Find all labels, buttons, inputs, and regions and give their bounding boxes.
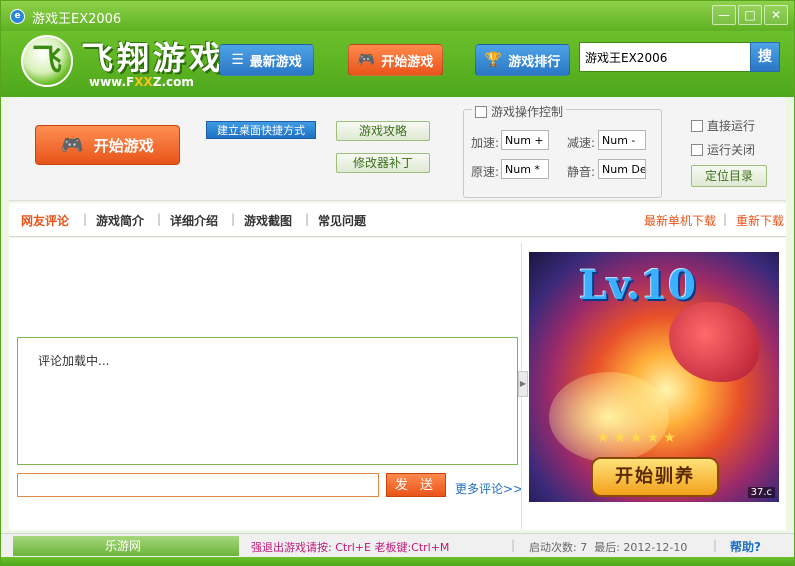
tab-separator: | xyxy=(231,212,236,226)
ad-banner[interactable]: Lv.10 ★★★★★ 开始驯养 37.c xyxy=(529,252,779,502)
redownload-link[interactable]: 重新下载 xyxy=(736,212,784,229)
list-icon: ☰ xyxy=(231,52,244,68)
start-game-button[interactable]: 🎮 开始游戏 xyxy=(35,125,180,165)
ad-glow xyxy=(549,372,669,462)
send-comment-button[interactable]: 发 送 xyxy=(386,473,446,497)
normal-speed-label: 原速: xyxy=(471,165,500,179)
gamepad-icon: 🎮 xyxy=(357,52,376,68)
tab-separator: | xyxy=(305,212,310,226)
desktop-shortcut-button[interactable]: 建立桌面快捷方式 xyxy=(206,121,316,139)
tab-details[interactable]: 详细介绍 xyxy=(170,212,218,229)
speed-up-key-field[interactable] xyxy=(501,130,549,150)
exit-hotkey-hint: 强退出游戏请按: Ctrl+E 老板键:Ctrl+M xyxy=(251,541,450,554)
run-direct-option[interactable]: 直接运行 xyxy=(691,117,755,134)
run-close-option[interactable]: 运行关闭 xyxy=(691,141,755,158)
tab-faq[interactable]: 常见问题 xyxy=(318,212,366,229)
comment-list: 评论加载中... xyxy=(17,337,518,465)
ranking-button[interactable]: 🏆 游戏排行 xyxy=(475,44,570,76)
latest-download-link[interactable]: 最新单机下载 xyxy=(644,212,716,229)
logo-url-suffix: Z.com xyxy=(152,75,194,89)
ad-level-text: Lv.10 xyxy=(579,262,696,309)
start-game-label: 开始游戏 xyxy=(93,136,154,155)
tab-comments[interactable]: 网友评论 xyxy=(21,212,69,229)
speed-up-label: 加速: xyxy=(471,136,500,150)
tab-separator: | xyxy=(157,212,162,226)
game-guide-button[interactable]: 游戏攻略 xyxy=(336,121,430,141)
mute-key-field[interactable] xyxy=(598,159,646,179)
logo-url-prefix: www.F xyxy=(89,75,135,89)
slow-down-label: 减速: xyxy=(567,136,596,150)
run-close-label: 运行关闭 xyxy=(707,143,756,157)
close-button[interactable]: ✕ xyxy=(764,5,788,25)
help-link[interactable]: 帮助? xyxy=(730,538,761,555)
trainer-patch-button[interactable]: 修改器补丁 xyxy=(336,153,430,173)
window-title: 游戏王EX2006 xyxy=(32,12,122,27)
speed-control-group: 游戏操作控制 xyxy=(463,103,662,198)
app-window: e 游戏王EX2006 — □ ✕ 飞 飞翔游戏 www.FXXZ.com ☰ … xyxy=(0,0,795,566)
tab-screenshots[interactable]: 游戏截图 xyxy=(244,212,292,229)
logo-icon: 飞 xyxy=(21,35,73,87)
search-button[interactable]: 搜 xyxy=(750,42,780,72)
tab-separator: | xyxy=(83,212,88,226)
slow-down-key-field[interactable] xyxy=(598,130,646,150)
new-games-label: 最新游戏 xyxy=(249,54,302,70)
launch-count: 启动次数: 7 最后: 2012-12-10 xyxy=(529,539,687,555)
speed-control-legend: 游戏操作控制 xyxy=(472,103,567,120)
header: 飞 飞翔游戏 www.FXXZ.com ☰ 最新游戏 🎮 开始游戏 🏆 游戏排行… xyxy=(1,31,794,97)
more-comments-link[interactable]: 更多评论>> xyxy=(455,480,523,497)
ad-start-button[interactable]: 开始驯养 xyxy=(591,457,719,497)
launch-count-text: 启动次数: 7 xyxy=(529,541,588,554)
minimize-button[interactable]: — xyxy=(712,5,736,25)
run-close-checkbox[interactable] xyxy=(691,143,703,156)
normal-speed-key-field[interactable] xyxy=(501,159,549,179)
window-controls: — □ ✕ xyxy=(710,5,788,25)
ranking-label: 游戏排行 xyxy=(508,54,561,70)
gamepad-icon: 🎮 xyxy=(61,134,84,156)
speed-control-title: 游戏操作控制 xyxy=(491,105,564,119)
logo-mark-glyph: 飞 xyxy=(32,43,62,78)
ad-stars: ★★★★★ xyxy=(597,430,680,446)
ad-tag: 37.c xyxy=(747,487,775,498)
logo-url: www.FXXZ.com xyxy=(89,75,194,89)
run-direct-checkbox[interactable] xyxy=(691,119,703,132)
title-bar: e 游戏王EX2006 — □ ✕ xyxy=(1,1,794,31)
logo-text: 飞翔游戏 xyxy=(81,39,226,77)
ad-creature-image xyxy=(669,302,759,382)
search-input[interactable] xyxy=(579,42,751,72)
maximize-button[interactable]: □ xyxy=(738,5,762,25)
speed-control-checkbox[interactable] xyxy=(475,105,487,118)
app-icon: e xyxy=(10,9,25,24)
last-run-text: 最后: 2012-12-10 xyxy=(594,541,688,554)
header-start-game-button[interactable]: 🎮 开始游戏 xyxy=(348,44,443,76)
tab-separator: | xyxy=(723,212,728,226)
status-bar: 乐游网 强退出游戏请按: Ctrl+E 老板键:Ctrl+M | 启动次数: 7… xyxy=(1,533,794,557)
locate-directory-button[interactable]: 定位目录 xyxy=(691,165,767,187)
trophy-icon: 🏆 xyxy=(484,52,503,68)
logo-url-highlight: XX xyxy=(134,75,153,89)
mute-label: 静音: xyxy=(567,165,596,179)
header-start-game-label: 开始游戏 xyxy=(381,54,434,70)
comment-input[interactable] xyxy=(17,473,379,497)
footer-strip xyxy=(1,557,794,565)
status-separator: | xyxy=(713,538,718,552)
run-direct-label: 直接运行 xyxy=(707,119,756,133)
status-brand[interactable]: 乐游网 xyxy=(13,536,239,556)
status-separator: | xyxy=(511,538,516,552)
new-games-button[interactable]: ☰ 最新游戏 xyxy=(219,44,314,76)
collapse-panel-handle[interactable]: ▶ xyxy=(518,371,528,397)
tab-game-intro[interactable]: 游戏简介 xyxy=(96,212,144,229)
comment-loading-text: 评论加载中... xyxy=(38,354,110,368)
